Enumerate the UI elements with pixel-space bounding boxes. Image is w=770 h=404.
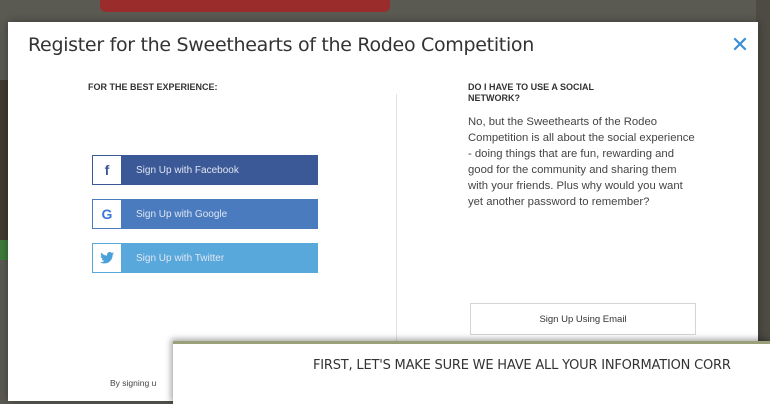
column-divider xyxy=(396,94,397,364)
twitter-icon xyxy=(93,244,121,272)
background-banner xyxy=(100,0,390,12)
information-panel: FIRST, LET'S MAKE SURE WE HAVE ALL YOUR … xyxy=(173,341,770,404)
terms-notice: By signing u xyxy=(110,378,157,388)
twitter-signup-label: Sign Up with Twitter xyxy=(136,252,225,264)
close-icon[interactable]: ✕ xyxy=(728,34,752,58)
social-signup-column: FOR THE BEST EXPERIENCE: f Sign Up with … xyxy=(88,82,328,273)
left-heading: FOR THE BEST EXPERIENCE: xyxy=(88,82,218,92)
google-signup-label: Sign Up with Google xyxy=(136,208,228,220)
google-signup-button[interactable]: G Sign Up with Google xyxy=(92,199,318,229)
facebook-signup-label: Sign Up with Facebook xyxy=(136,164,239,176)
facebook-signup-button[interactable]: f Sign Up with Facebook xyxy=(92,155,318,185)
right-heading: DO I HAVE TO USE A SOCIAL NETWORK? xyxy=(468,82,594,103)
modal-title: Register for the Sweethearts of the Rode… xyxy=(28,34,534,56)
information-heading: FIRST, LET'S MAKE SURE WE HAVE ALL YOUR … xyxy=(313,358,731,373)
twitter-signup-button[interactable]: Sign Up with Twitter xyxy=(92,243,318,273)
facebook-icon: f xyxy=(93,156,121,184)
social-explanation-text: No, but the Sweethearts of the Rodeo Com… xyxy=(468,116,695,208)
info-column: DO I HAVE TO USE A SOCIAL NETWORK? No, b… xyxy=(468,82,703,210)
google-icon: G xyxy=(93,200,121,228)
email-signup-button[interactable]: Sign Up Using Email xyxy=(470,303,696,335)
